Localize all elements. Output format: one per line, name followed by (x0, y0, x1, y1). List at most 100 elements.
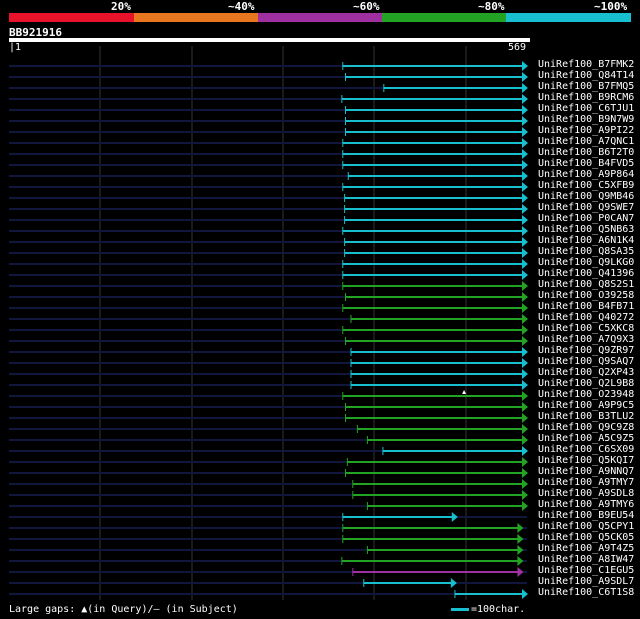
hit-label[interactable]: UniRef100_A9TMY6 (538, 500, 634, 510)
scale-legend: =100char. (451, 604, 525, 615)
hit-label[interactable]: UniRef100_Q2XP43 (538, 368, 634, 378)
hit-label[interactable]: UniRef100_Q9MB46 (538, 192, 634, 202)
hit-label[interactable]: UniRef100_Q5CK05 (538, 533, 634, 543)
hit-arrowhead (522, 589, 528, 599)
hit-arrowhead (522, 424, 528, 434)
hit-label[interactable]: UniRef100_Q5KQI7 (538, 456, 634, 466)
hit-label[interactable]: UniRef100_Q9LKG0 (538, 258, 634, 268)
hit-label[interactable]: UniRef100_B4FB71 (538, 302, 634, 312)
hit-arrowhead (522, 160, 528, 170)
hit-label[interactable]: UniRef100_Q5CPY1 (538, 522, 634, 532)
hit-label[interactable]: UniRef100_A9SDL8 (538, 489, 634, 499)
hit-arrowhead (522, 182, 528, 192)
hit-label[interactable]: UniRef100_B7FMK2 (538, 60, 634, 70)
hit-label[interactable]: UniRef100_Q8SA35 (538, 247, 634, 257)
hit-label[interactable]: UniRef100_B9EU54 (538, 511, 634, 521)
hit-label[interactable]: UniRef100_A9P9C5 (538, 401, 634, 411)
hit-arrowhead (522, 127, 528, 137)
hit-arrowhead (522, 303, 528, 313)
hit-arrowhead (450, 578, 457, 588)
query-gap-marker (462, 390, 467, 394)
hit-label[interactable]: UniRef100_A5C9Z5 (538, 434, 634, 444)
hit-arrowhead (522, 215, 528, 225)
hit-label[interactable]: UniRef100_Q9SWE7 (538, 203, 634, 213)
gaps-legend: Large gaps: ▲(in Query)/– (in Subject) (9, 604, 238, 615)
hit-label[interactable]: UniRef100_A9PI22 (538, 126, 634, 136)
hit-arrowhead (522, 116, 528, 126)
hit-label[interactable]: UniRef100_C5XFB9 (538, 181, 634, 191)
hit-label[interactable]: UniRef100_C1EGU5 (538, 566, 634, 576)
hit-arrowhead (522, 402, 528, 412)
hit-label[interactable]: UniRef100_B6T2T0 (538, 148, 634, 158)
hit-label[interactable]: UniRef100_A9P864 (538, 170, 634, 180)
hit-arrowhead (522, 391, 528, 401)
hit-arrowhead (522, 457, 528, 467)
hit-label[interactable]: UniRef100_A9SDL7 (538, 577, 634, 587)
hit-arrowhead (522, 468, 528, 478)
hit-label[interactable]: UniRef100_Q84T14 (538, 71, 634, 81)
hit-arrowhead (522, 270, 528, 280)
hit-label[interactable]: UniRef100_O23948 (538, 390, 634, 400)
hit-arrowhead (522, 204, 528, 214)
hit-label[interactable]: UniRef100_Q9C9Z8 (538, 423, 634, 433)
hit-label[interactable]: UniRef100_Q2L9B8 (538, 379, 634, 389)
hit-arrowhead (522, 83, 528, 93)
hit-arrowhead (522, 369, 528, 379)
hit-arrowhead (522, 325, 528, 335)
hit-arrowhead (522, 281, 528, 291)
hit-label[interactable]: UniRef100_Q40272 (538, 313, 634, 323)
hit-label[interactable]: UniRef100_Q9SAQ7 (538, 357, 634, 367)
hit-arrowhead (522, 226, 528, 236)
hit-label[interactable]: UniRef100_A7Q9X3 (538, 335, 634, 345)
hit-label[interactable]: UniRef100_A7QNC1 (538, 137, 634, 147)
hit-arrowhead (517, 545, 524, 555)
hit-arrowhead (522, 347, 528, 357)
hit-arrowhead (522, 61, 528, 71)
hit-label[interactable]: UniRef100_A9TMY7 (538, 478, 634, 488)
hit-label[interactable]: UniRef100_C6SX09 (538, 445, 634, 455)
hit-arrowhead (522, 94, 528, 104)
hit-label[interactable]: UniRef100_B3TLU2 (538, 412, 634, 422)
hit-arrowhead (522, 149, 528, 159)
hit-label[interactable]: UniRef100_Q9ZR97 (538, 346, 634, 356)
hit-label[interactable]: UniRef100_A6N1K4 (538, 236, 634, 246)
hit-arrowhead (522, 479, 528, 489)
hit-arrowhead (522, 501, 528, 511)
hit-label[interactable]: UniRef100_A9T4Z5 (538, 544, 634, 554)
hit-label[interactable]: UniRef100_Q8S2S1 (538, 280, 634, 290)
hit-label[interactable]: UniRef100_B7FMQ5 (538, 82, 634, 92)
scale-label: =100char. (471, 604, 526, 615)
hit-arrowhead (522, 193, 528, 203)
hit-label[interactable]: UniRef100_B4FVD5 (538, 159, 634, 169)
hit-arrowhead (522, 292, 528, 302)
hit-label[interactable]: UniRef100_A8IW47 (538, 555, 634, 565)
hit-arrowhead (522, 171, 528, 181)
hit-label[interactable]: UniRef100_Q41396 (538, 269, 634, 279)
hit-label[interactable]: UniRef100_B9N7W9 (538, 115, 634, 125)
hit-label[interactable]: UniRef100_Q5NB63 (538, 225, 634, 235)
hit-arrowhead (517, 567, 524, 577)
hit-label[interactable]: UniRef100_C6TJU1 (538, 104, 634, 114)
hit-arrowhead (522, 413, 528, 423)
hit-label[interactable]: UniRef100_C6T1S8 (538, 588, 634, 598)
hit-arrowhead (517, 534, 524, 544)
hit-label[interactable]: UniRef100_P0CAN7 (538, 214, 634, 224)
hit-label[interactable]: UniRef100_C5XKC8 (538, 324, 634, 334)
hit-arrowhead (522, 490, 528, 500)
hit-arrowhead (522, 237, 528, 247)
hit-arrowhead (522, 248, 528, 258)
hit-arrowhead (522, 138, 528, 148)
hit-arrowhead (517, 523, 524, 533)
hit-arrowhead (522, 259, 528, 269)
hit-arrowhead (517, 556, 524, 566)
hit-arrowhead (522, 435, 528, 445)
hit-label[interactable]: UniRef100_B9RCM6 (538, 93, 634, 103)
hit-arrowhead (522, 336, 528, 346)
hit-arrowhead (522, 105, 528, 115)
hit-arrowhead (522, 446, 528, 456)
scale-swatch (451, 608, 469, 611)
hit-arrowhead (451, 512, 458, 522)
hit-arrowhead (522, 358, 528, 368)
hit-label[interactable]: UniRef100_O39258 (538, 291, 634, 301)
hit-label[interactable]: UniRef100_A9NNQ7 (538, 467, 634, 477)
